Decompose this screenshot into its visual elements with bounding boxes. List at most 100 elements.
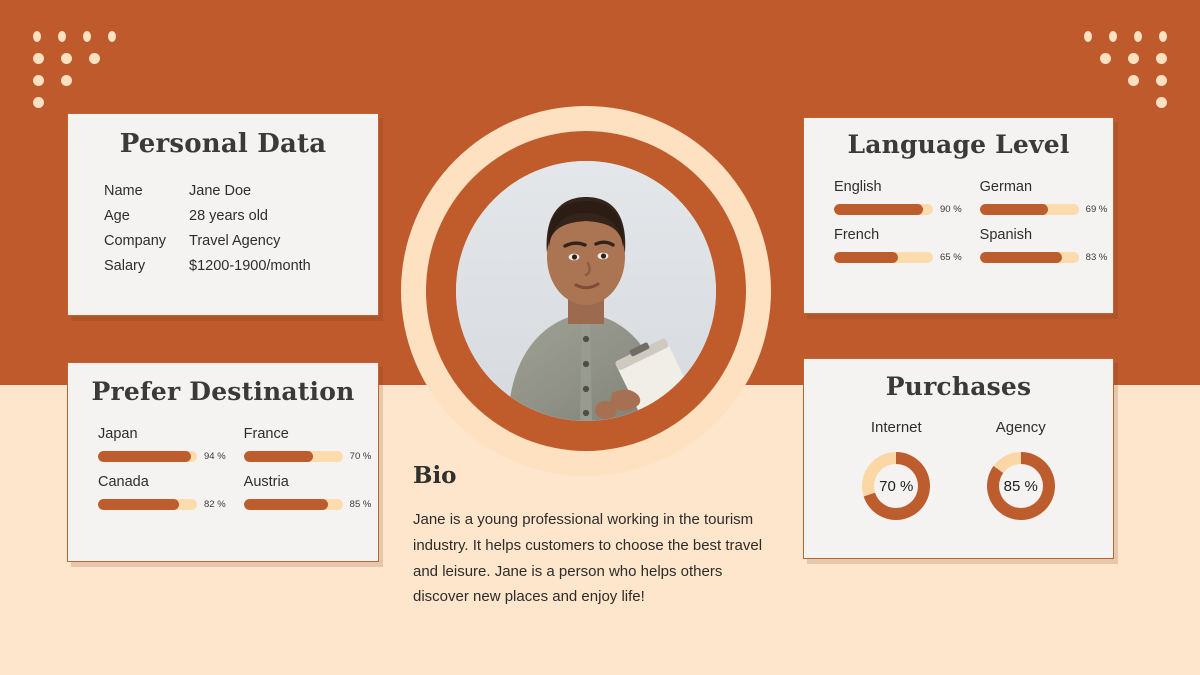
purchases-donut-group: Internet 70 % Agency 85 % <box>834 419 1083 520</box>
bio-title: Bio <box>413 462 457 489</box>
language-level-title: Language Level <box>847 130 1070 159</box>
progress-bar-fill <box>979 204 1048 215</box>
personal-data-label: Name <box>104 183 143 199</box>
purchase-donut-chart: 70 % <box>862 452 931 520</box>
profile-photo-outer-ring <box>401 106 771 476</box>
progress-bar-fill <box>243 451 313 462</box>
purchase-donut-label: Internet <box>870 419 922 436</box>
decorative-dot <box>33 97 44 108</box>
personal-data-table: Name Jane Doe Age 28 years old Company Travel… <box>104 183 378 274</box>
progress-bar-track <box>243 499 343 510</box>
purchase-donut-value: 85 % <box>1003 477 1038 495</box>
progress-bar-percent: 94 % <box>204 451 226 462</box>
personal-data-label: Age <box>104 208 130 224</box>
decorative-dot <box>33 31 41 42</box>
progress-bar-track <box>98 451 197 462</box>
purchase-donut-item: Agency 85 % <box>986 419 1055 520</box>
decorative-dot <box>89 53 100 64</box>
language-level-bar-grid: English 90 % German 69 % French 65 % Spanish 83… <box>834 179 1107 263</box>
decorative-dot <box>58 31 66 42</box>
progress-bar-track <box>979 252 1079 263</box>
decorative-dot <box>108 31 116 42</box>
progress-bar-line: 94 % <box>98 451 226 462</box>
progress-bar-line: 65 % <box>834 252 962 263</box>
profile-photo <box>456 161 716 421</box>
purchase-donut-chart: 85 % <box>986 452 1055 520</box>
progress-bar-fill <box>834 252 899 263</box>
progress-bar-track <box>243 451 343 462</box>
progress-bar-label: German <box>979 179 1033 195</box>
decorative-dots-right <box>1067 31 1167 119</box>
personal-data-value: Jane Doe <box>189 183 252 199</box>
decorative-dot <box>33 75 44 86</box>
progress-bar-line: 69 % <box>979 204 1108 215</box>
personal-data-title: Personal Data <box>119 129 327 159</box>
progress-bar-percent: 69 % <box>1085 204 1108 215</box>
decorative-dot <box>1159 31 1167 42</box>
progress-bar-fill <box>834 204 924 215</box>
progress-bar-line: 83 % <box>979 252 1107 263</box>
dot-row <box>33 31 133 53</box>
progress-bar-label: France <box>243 426 289 442</box>
progress-bar-percent: 70 % <box>349 451 372 462</box>
decorative-dot <box>83 31 91 42</box>
progress-bar-label: Canada <box>98 474 149 490</box>
language-level-card: Language Level English 90 % German 69 % Fren… <box>803 117 1114 314</box>
decorative-dot <box>1156 53 1167 64</box>
progress-bar-line: 85 % <box>243 499 372 510</box>
progress-bar-item: Canada 82 % <box>98 474 226 510</box>
progress-bar-percent: 90 % <box>940 204 962 215</box>
progress-bar-track <box>98 499 197 510</box>
purchases-card: Purchases Internet 70 % Agency 85 % <box>803 358 1114 559</box>
personal-data-card: Personal Data Name Jane Doe Age 28 years ol… <box>67 113 379 316</box>
progress-bar-percent: 65 % <box>940 252 962 263</box>
personal-data-value: 28 years old <box>189 208 268 224</box>
progress-bar-fill <box>979 252 1062 263</box>
purchase-donut-label: Agency <box>995 419 1046 436</box>
personal-data-value: Travel Agency <box>189 233 281 249</box>
prefer-destination-card: Prefer Destination Japan 94 % France 70 % Ca… <box>67 362 379 562</box>
purchases-title: Purchases <box>885 372 1032 401</box>
personal-data-label: Salary <box>104 258 146 274</box>
decorative-dots-left <box>33 31 133 119</box>
progress-bar-fill <box>98 499 180 510</box>
profile-photo-inner-ring <box>426 131 746 451</box>
bio-text: Jane is a young professional working in … <box>413 511 763 606</box>
progress-bar-percent: 82 % <box>204 499 226 510</box>
decorative-dot <box>61 53 72 64</box>
decorative-dot <box>1156 97 1167 108</box>
purchase-donut-item: Internet 70 % <box>862 419 931 520</box>
decorative-dot <box>33 53 44 64</box>
progress-bar-label: English <box>834 179 882 195</box>
progress-bar-line: 82 % <box>98 499 226 510</box>
progress-bar-track <box>834 204 933 215</box>
decorative-dot <box>1128 75 1139 86</box>
personal-data-row: Name Jane Doe <box>104 183 378 199</box>
progress-bar-item: English 90 % <box>834 179 962 215</box>
decorative-dot <box>1134 31 1142 42</box>
prefer-destination-bar-grid: Japan 94 % France 70 % Canada 82 % Austria 85 % <box>98 426 371 510</box>
decorative-dot <box>1109 31 1117 42</box>
decorative-dot <box>61 75 72 86</box>
progress-bar-label: French <box>834 227 880 243</box>
progress-bar-track <box>834 252 933 263</box>
decorative-dot <box>1156 75 1167 86</box>
progress-bar-item: French 65 % <box>834 227 962 263</box>
dot-row <box>1067 75 1167 97</box>
progress-bar-line: 70 % <box>243 451 372 462</box>
progress-bar-label: Spanish <box>979 227 1033 243</box>
bio-section: Bio Jane is a young professional working… <box>413 462 773 610</box>
progress-bar-percent: 85 % <box>349 499 372 510</box>
decorative-dot <box>1128 53 1139 64</box>
progress-bar-item: France 70 % <box>243 426 372 462</box>
dot-row <box>33 75 133 97</box>
dot-row <box>1067 97 1167 119</box>
dot-row <box>1067 53 1167 75</box>
progress-bar-label: Japan <box>98 426 138 442</box>
purchase-donut-value: 70 % <box>879 477 914 495</box>
progress-bar-fill <box>98 451 192 462</box>
progress-bar-track <box>979 204 1079 215</box>
progress-bar-item: German 69 % <box>979 179 1108 215</box>
personal-data-row: Age 28 years old <box>104 208 378 224</box>
progress-bar-item: Spanish 83 % <box>979 227 1107 263</box>
